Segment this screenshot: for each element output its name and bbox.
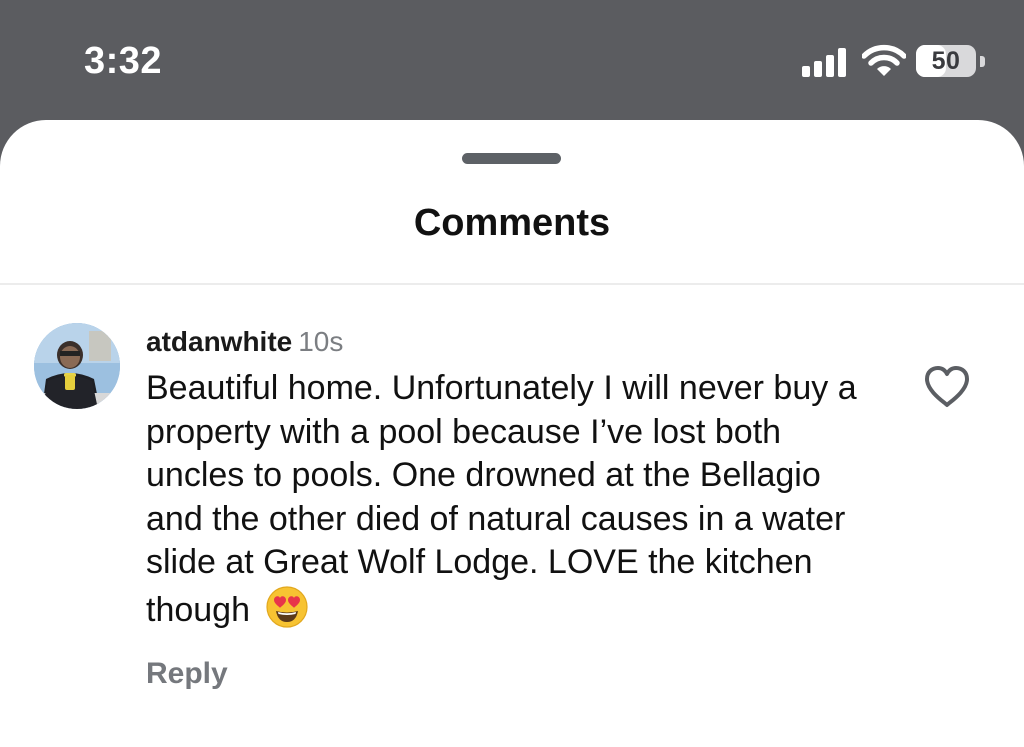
battery-level: 50 (931, 46, 961, 75)
sheet-title: Comments (413, 202, 611, 244)
status-time: 3:32 (84, 40, 163, 82)
comment-text-container: Beautiful home. Unfortunately I will nev… (146, 367, 876, 632)
wifi-icon (862, 44, 906, 76)
avatar[interactable] (34, 323, 120, 409)
cellular-signal-icon (802, 47, 852, 77)
comment-body: atdanwhite 10s Beautiful home. Unfortunat… (146, 323, 886, 632)
comment-meta: atdanwhite 10s (146, 323, 886, 361)
battery-icon: 50 (916, 45, 988, 79)
comment-username[interactable]: atdanwhite (146, 326, 292, 357)
comment-time: 10s (298, 326, 344, 357)
heart-outline-icon[interactable] (922, 363, 972, 409)
comment-item: atdanwhite 10s Beautiful home. Unfortunat… (0, 285, 1024, 747)
status-bar: 3:32 50 (0, 0, 1024, 125)
heart-eyes-emoji (266, 585, 309, 628)
comments-sheet: Comments atdanwhite 10s Beautiful home. … (0, 120, 1024, 747)
reply-button[interactable]: Reply (146, 657, 228, 691)
drag-handle[interactable] (462, 153, 561, 164)
comment-text: Beautiful home. Unfortunately I will nev… (146, 369, 857, 629)
